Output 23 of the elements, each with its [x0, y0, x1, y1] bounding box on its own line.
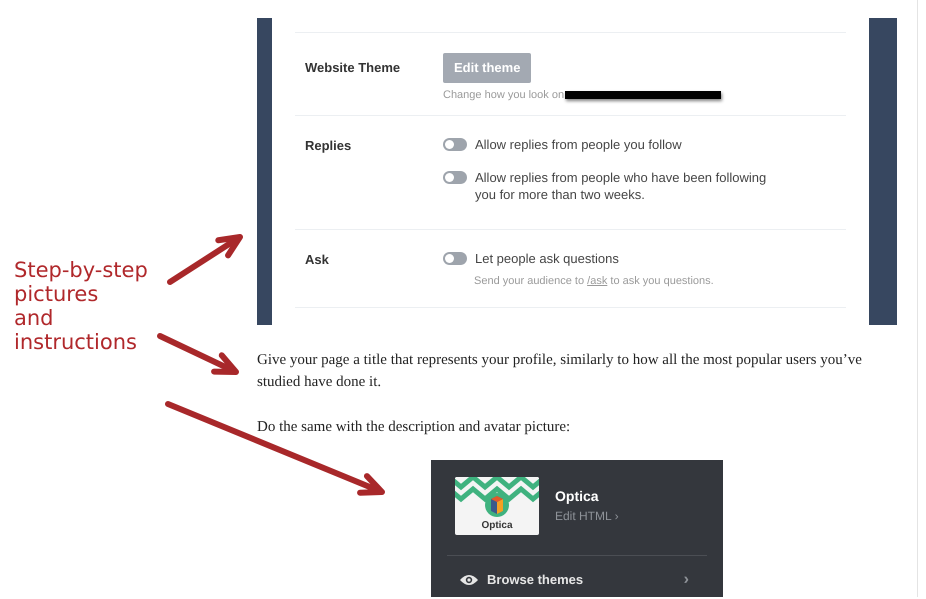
helper-text: Change how you look on	[443, 88, 564, 102]
paragraph: Give your page a title that represents your profile, similarly to how all the most popular users you’ve studied have done it.	[257, 351, 863, 392]
theme-thumbnail[interactable]: Optica	[455, 477, 539, 535]
ask-link[interactable]: /ask	[587, 275, 608, 287]
annotation-text: Step-by-step pictures and instructions	[14, 258, 148, 354]
setting-label: Ask	[305, 252, 329, 267]
chevron-icon: ›	[684, 568, 689, 592]
toggle-label: Allow replies from people who have been following you for more than two weeks.	[475, 169, 768, 203]
toggle-switch[interactable]	[443, 138, 467, 151]
edit-theme-button[interactable]: Edit theme	[443, 53, 532, 82]
theme-title: Optica	[555, 487, 600, 506]
toggle-label: Let people ask questions	[475, 250, 619, 267]
theme-name: Optica	[481, 519, 513, 533]
toggle-switch[interactable]	[443, 171, 467, 184]
toggle-switch[interactable]	[443, 252, 467, 265]
helper-text: Send your audience to /ask to ask you questions.	[474, 274, 714, 289]
eye-icon	[459, 574, 479, 586]
setting-label: Website Theme	[305, 60, 400, 75]
browse-themes-link[interactable]: Browse themes	[487, 570, 684, 590]
setting-label: Replies	[305, 138, 352, 153]
paragraph: Do the same with the description and avatar picture:	[257, 418, 572, 437]
edit-html-link[interactable]: Edit HTML ›	[555, 507, 619, 525]
toggle-label: Allow replies from people you follow	[475, 136, 682, 153]
